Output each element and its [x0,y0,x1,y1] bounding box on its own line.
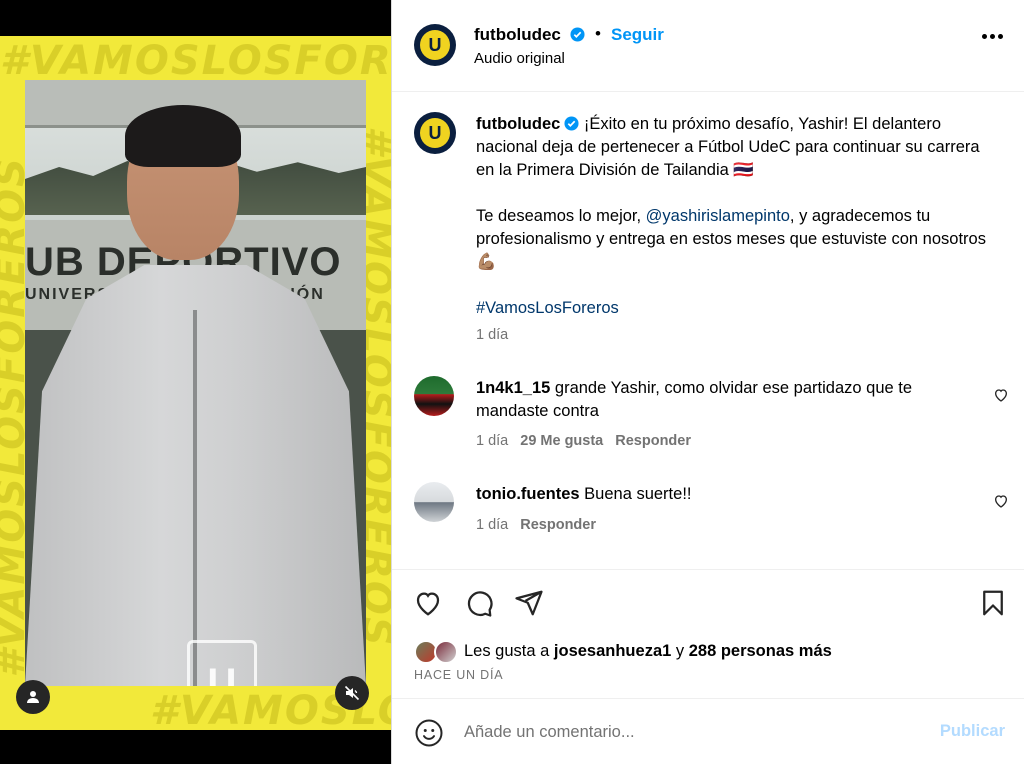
tagged-users-button[interactable] [16,680,50,714]
caption-username-link[interactable]: futboludec [476,115,560,133]
post-time-ago[interactable]: HACE UN DÍA [414,668,503,682]
liker-avatar [434,640,458,664]
likes-count-link[interactable]: 288 personas más [689,642,832,660]
commenter-avatar-1n4k1_15[interactable] [414,376,454,416]
comment-2-reply-button[interactable]: Responder [520,517,596,533]
verified-badge-icon [564,116,579,131]
liker-username-link[interactable]: josesanhueza1 [554,642,671,660]
post-actions: Les gusta a josesanhueza1 y 288 personas… [392,569,1024,698]
user-tag-icon [27,691,39,703]
like-comment-1-heart-icon[interactable] [993,387,1009,403]
caption-paragraph-1: futboludec ¡Éxito en tu próximo desafío,… [476,113,996,182]
more-options-icon[interactable] [982,34,1003,39]
comment-2-text: tonio.fuentes Buena suerte!! [476,483,986,506]
comment-input[interactable] [464,719,904,745]
like-heart-icon[interactable] [413,588,443,618]
bg-hashtag-text-top: #VAMOSLOSFOREROS [0,38,391,84]
udec-logo-watermark: U [187,640,257,686]
post-caption: futboludec ¡Éxito en tu próximo desafío,… [476,113,996,343]
share-send-icon[interactable] [514,588,544,618]
comment-1-likes[interactable]: 29 Me gusta [520,433,603,449]
comments-section[interactable]: U futboludec ¡Éxito en tu próximo desafí… [392,93,1024,569]
udec-logo: U [420,30,450,60]
caption-time[interactable]: 1 día [476,327,508,343]
commenter-avatar-tonio-fuentes[interactable] [414,482,454,522]
caption-text-2a: Te deseamos lo mejor, [476,207,646,225]
comment-1-text: 1n4k1_15 grande Yashir, como olvidar ese… [476,377,986,423]
caption-paragraph-3: #VamosLosForeros [476,297,996,320]
author-username-link[interactable]: futboludec [474,25,561,44]
original-audio-link[interactable]: Audio original [474,50,565,67]
udec-logo: U [420,118,450,148]
post-media[interactable]: #VAMOSLOSFOREROS #VAMOSLOSFOREROS #VAMOS… [0,0,391,764]
comment-2-time[interactable]: 1 día [476,517,508,533]
follow-button[interactable]: Seguir [611,25,664,45]
comment-bubble-icon[interactable] [464,588,494,618]
comment-1-username[interactable]: 1n4k1_15 [476,379,550,397]
video-frame[interactable]: UB DEPORTIVO UNIVERSIDAD DE CONCEPCIÓN U [25,80,366,686]
post-header: U futboludec • Seguir Audio original [392,0,1024,92]
add-comment-bar: Publicar [392,698,1024,764]
caption-paragraph-2: Te deseamos lo mejor, @yashirislamepinto… [476,205,996,274]
hashtag-link[interactable]: #VamosLosForeros [476,299,619,317]
mute-icon [344,685,360,701]
header-separator: • [595,24,601,43]
hoodie-zipper [193,310,197,686]
author-username-row: futboludec [474,25,585,45]
mention-link[interactable]: @yashirislamepinto [646,207,790,225]
comment-2-username[interactable]: tonio.fuentes [476,485,580,503]
likes-summary: Les gusta a josesanhueza1 y 288 personas… [464,642,832,661]
save-bookmark-icon[interactable] [978,588,1008,618]
post-side-panel: U futboludec • Seguir Audio original U f [391,0,1024,764]
comment-1-reply-button[interactable]: Responder [615,433,691,449]
publish-button[interactable]: Publicar [940,722,1005,741]
likes-prefix: Les gusta a [464,642,554,660]
likes-middle: y [671,642,689,660]
comment-1-meta: 1 día 29 Me gusta Responder [476,433,691,449]
likers-avatars[interactable] [414,640,462,664]
instagram-post-view: #VAMOSLOSFOREROS #VAMOSLOSFOREROS #VAMOS… [0,0,1024,764]
person-hair [125,105,241,167]
comment-1-time[interactable]: 1 día [476,433,508,449]
emoji-icon[interactable] [414,718,444,748]
mute-button[interactable] [335,676,369,710]
caption-author-avatar[interactable]: U [414,112,456,154]
comment-2-meta: 1 día Responder [476,517,596,533]
verified-badge-icon [570,27,585,42]
like-comment-2-heart-icon[interactable] [993,493,1009,509]
comment-2-body: Buena suerte!! [579,485,692,503]
author-avatar[interactable]: U [414,24,456,66]
